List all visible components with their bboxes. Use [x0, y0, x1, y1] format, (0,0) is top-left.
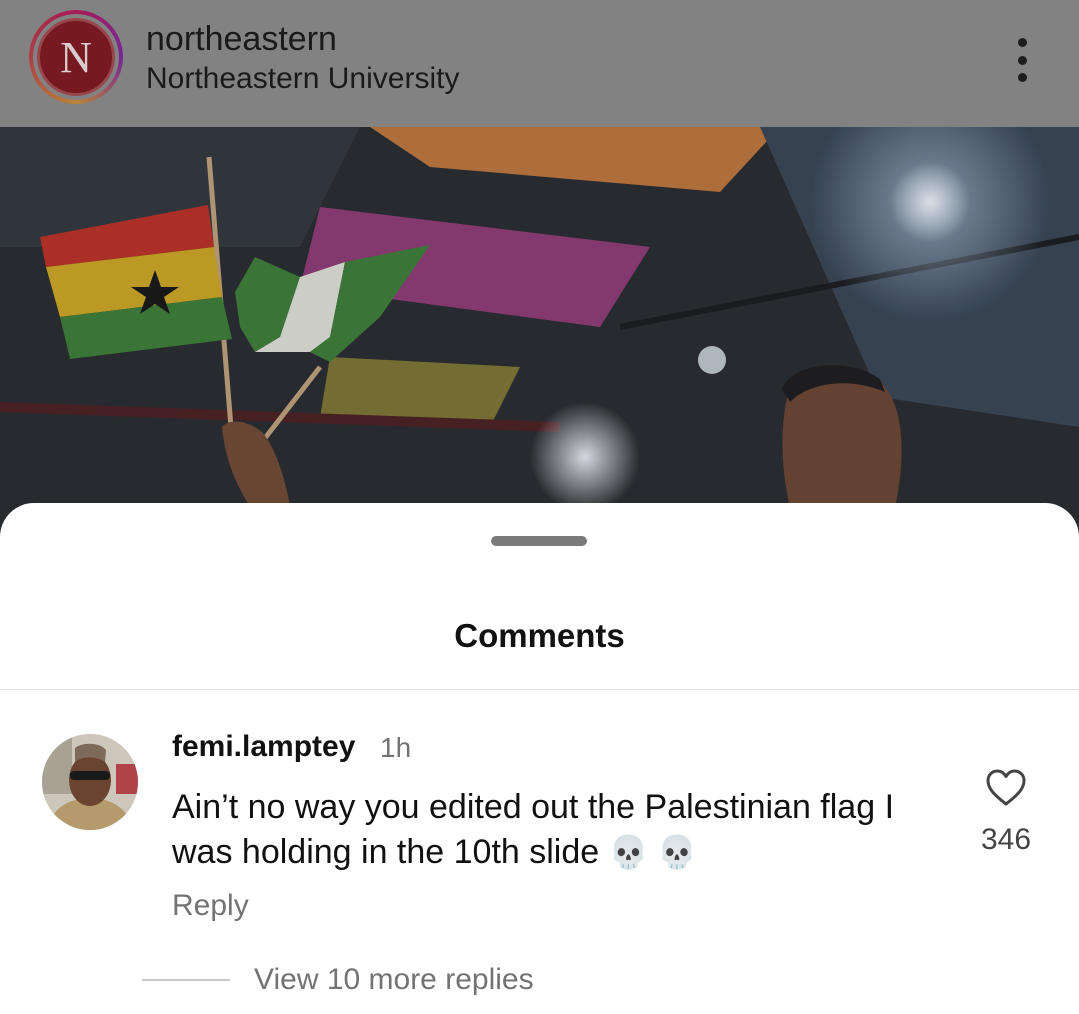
comment-body: Ain’t no way you edited out the Palestin…: [172, 788, 895, 871]
replies-divider-line: [142, 979, 230, 981]
more-vertical-icon[interactable]: [1000, 36, 1044, 84]
comment-text: Ain’t no way you edited out the Palestin…: [172, 785, 962, 875]
post-avatar[interactable]: N: [29, 10, 123, 104]
comment-timestamp: 1h: [380, 732, 412, 763]
northeastern-logo: N: [37, 18, 115, 96]
post-image: [0, 127, 1079, 547]
post-header: N northeastern Northeastern University: [0, 0, 1079, 127]
commenter-username[interactable]: femi.lamptey: [172, 730, 355, 764]
post-username[interactable]: northeastern: [146, 20, 337, 59]
like-count: 346: [980, 823, 1032, 856]
comments-sheet: Comments femi.lamptey 1h Ain’t no way yo…: [0, 503, 1079, 1014]
post-photo-illustration: [0, 127, 1079, 547]
reply-button[interactable]: Reply: [172, 889, 249, 923]
heart-icon[interactable]: [985, 768, 1027, 808]
comments-title: Comments: [454, 617, 625, 654]
drag-handle[interactable]: [491, 536, 587, 546]
commenter-avatar[interactable]: [42, 734, 138, 830]
view-more-replies-button[interactable]: View 10 more replies: [254, 963, 534, 997]
skull-emoji: 💀 💀: [608, 834, 698, 870]
post-subtitle: Northeastern University: [146, 62, 460, 95]
divider: [0, 689, 1079, 690]
